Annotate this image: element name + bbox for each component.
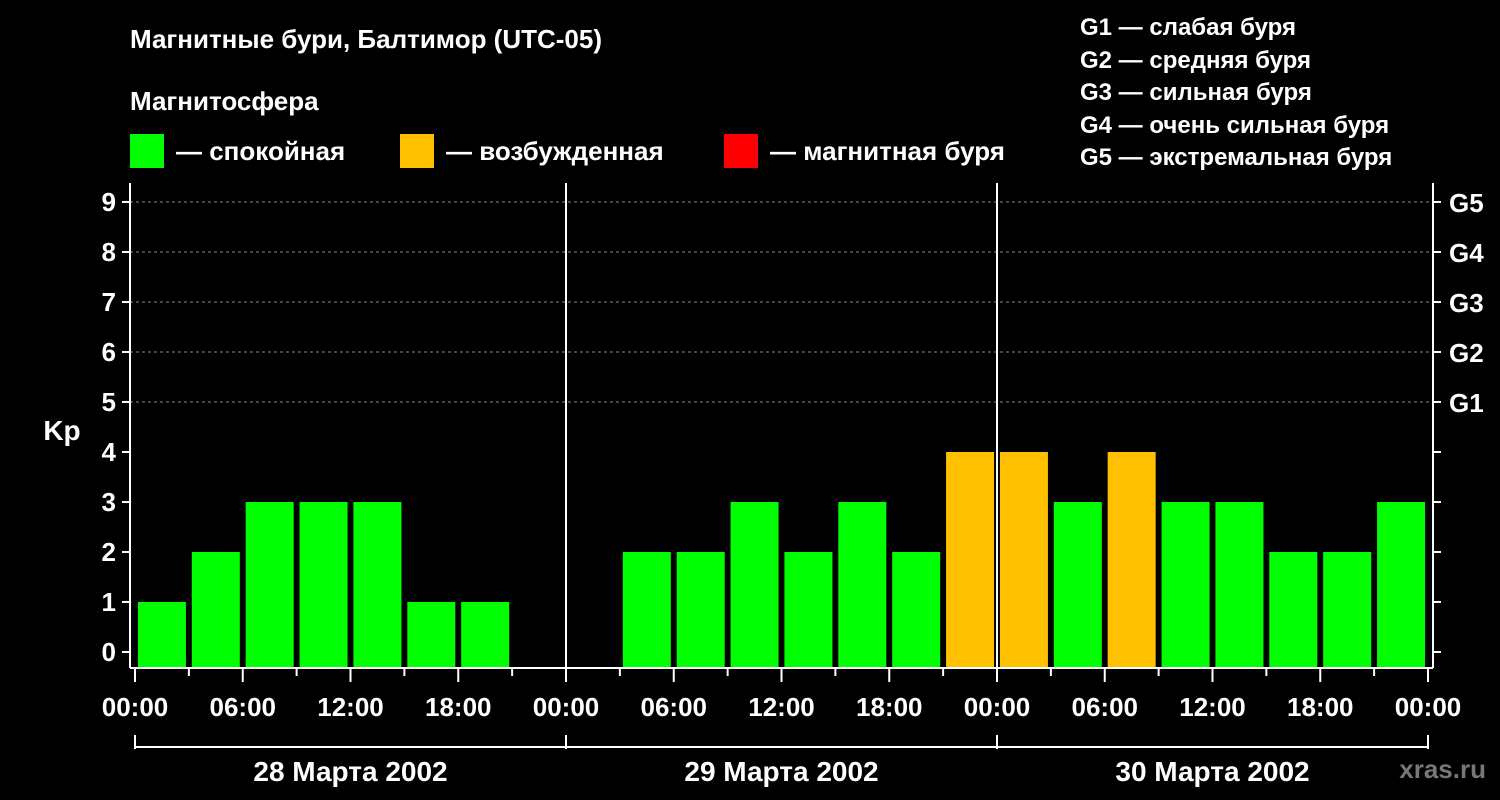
day-label: 30 Марта 2002 <box>1115 756 1309 787</box>
kp-bar <box>999 452 1048 668</box>
y-tick-label: 5 <box>102 387 116 417</box>
x-tick-label: 18:00 <box>425 692 492 722</box>
kp-bar <box>892 552 941 668</box>
kp-bar <box>353 502 402 668</box>
kp-bar <box>1053 502 1102 668</box>
kp-bar <box>784 552 833 668</box>
right-axis-label: G2 <box>1449 338 1484 368</box>
kp-bar <box>1323 552 1372 668</box>
x-tick-label: 06:00 <box>641 692 708 722</box>
kp-bar <box>137 602 186 668</box>
y-tick-label: 0 <box>102 637 116 667</box>
y-tick-label: 1 <box>102 587 116 617</box>
kp-bar <box>622 552 671 668</box>
kp-bar <box>676 552 725 668</box>
kp-bar <box>1269 552 1318 668</box>
y-axis-label: Kp <box>43 415 80 446</box>
y-tick-label: 6 <box>102 337 116 367</box>
x-tick-label: 12:00 <box>1179 692 1246 722</box>
kp-bar <box>191 552 240 668</box>
day-label: 28 Марта 2002 <box>253 756 447 787</box>
x-tick-label: 00:00 <box>102 692 169 722</box>
x-tick-label: 06:00 <box>1072 692 1139 722</box>
kp-bar <box>1107 452 1156 668</box>
watermark: xras.ru <box>1399 754 1486 784</box>
x-tick-label: 00:00 <box>1395 692 1462 722</box>
x-tick-label: 00:00 <box>533 692 600 722</box>
day-label: 29 Марта 2002 <box>684 756 878 787</box>
x-tick-label: 12:00 <box>317 692 384 722</box>
right-axis-label: G1 <box>1449 388 1484 418</box>
x-tick-label: 12:00 <box>748 692 815 722</box>
x-tick-label: 18:00 <box>1287 692 1354 722</box>
y-tick-label: 3 <box>102 487 116 517</box>
kp-bar <box>1215 502 1264 668</box>
kp-bar <box>730 502 779 668</box>
y-tick-label: 9 <box>102 187 116 217</box>
right-axis-label: G4 <box>1449 238 1484 268</box>
kp-bar-chart: 0 1 2 3 4 5 6 7 8 9 G1 G2 G3 G4 G5 Kp 00:00 06:00 12:00 18:… <box>43 183 1484 787</box>
kp-bar <box>299 502 348 668</box>
right-axis-label: G5 <box>1449 188 1484 218</box>
y-tick-label: 2 <box>102 537 116 567</box>
y-tick-label: 7 <box>102 287 116 317</box>
kp-bar <box>838 502 887 668</box>
x-tick-label: 06:00 <box>210 692 277 722</box>
kp-bar <box>1161 502 1210 668</box>
kp-bar <box>1377 502 1426 668</box>
x-tick-label: 00:00 <box>964 692 1031 722</box>
right-axis-label: G3 <box>1449 288 1484 318</box>
kp-bar <box>407 602 456 668</box>
y-tick-label: 8 <box>102 237 116 267</box>
y-tick-label: 4 <box>102 437 117 467</box>
x-tick-label: 18:00 <box>856 692 923 722</box>
kp-bar <box>245 502 294 668</box>
kp-bar <box>946 452 995 668</box>
kp-bar <box>461 602 510 668</box>
